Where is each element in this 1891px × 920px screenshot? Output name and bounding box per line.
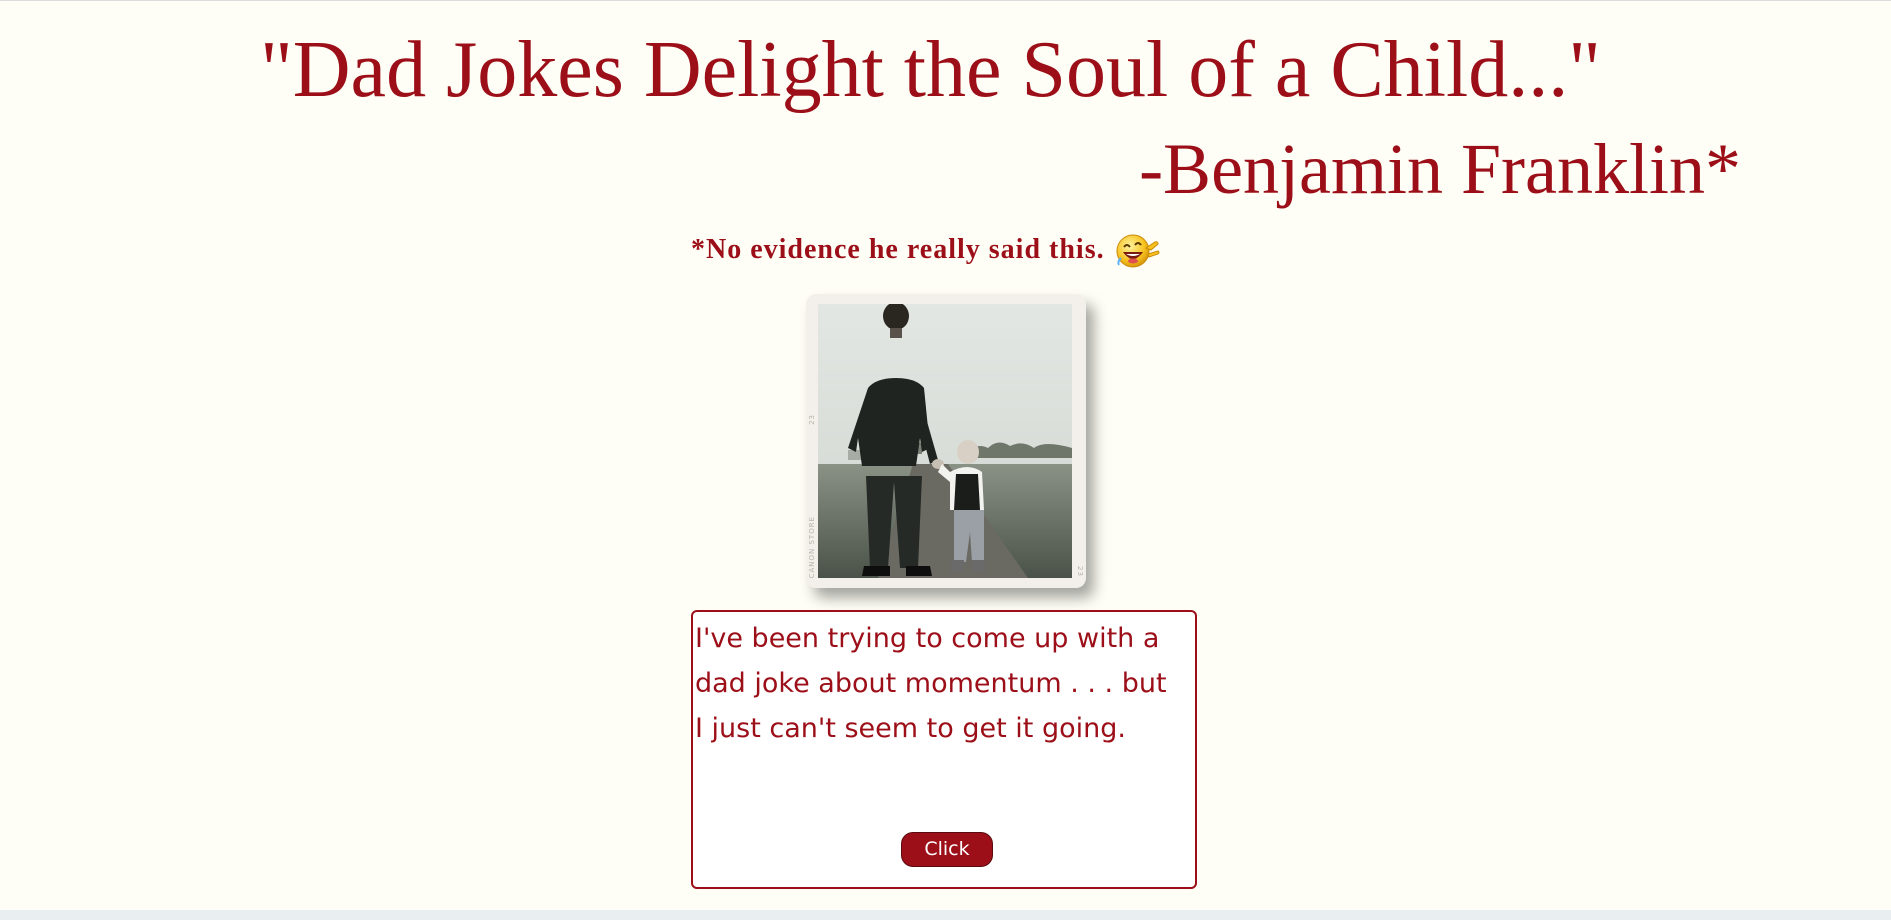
disclaimer-text: *No evidence he really said this.: [691, 234, 1105, 265]
quote-heading: "Dad Jokes Delight the Soul of a Child..…: [260, 26, 1601, 114]
joke-card: I've been trying to come up with a dad j…: [691, 610, 1197, 889]
photo-edge-mark: CANON STORE: [808, 516, 816, 579]
photo-edge-mark: 23: [1076, 566, 1084, 577]
disclaimer: *No evidence he really said this.: [691, 230, 1161, 270]
father-and-child-photo: [818, 304, 1072, 578]
photo-frame: CANON STORE 23 23: [806, 294, 1086, 588]
top-divider: [0, 0, 1891, 1]
joke-text: I've been trying to come up with a dad j…: [695, 623, 1167, 744]
quote-attribution: -Benjamin Franklin*: [1139, 129, 1741, 209]
bottom-bar: [0, 910, 1891, 920]
next-joke-button[interactable]: Click: [901, 832, 993, 867]
photo-edge-mark: 23: [808, 414, 816, 425]
laughing-emoji-icon: [1115, 230, 1161, 270]
